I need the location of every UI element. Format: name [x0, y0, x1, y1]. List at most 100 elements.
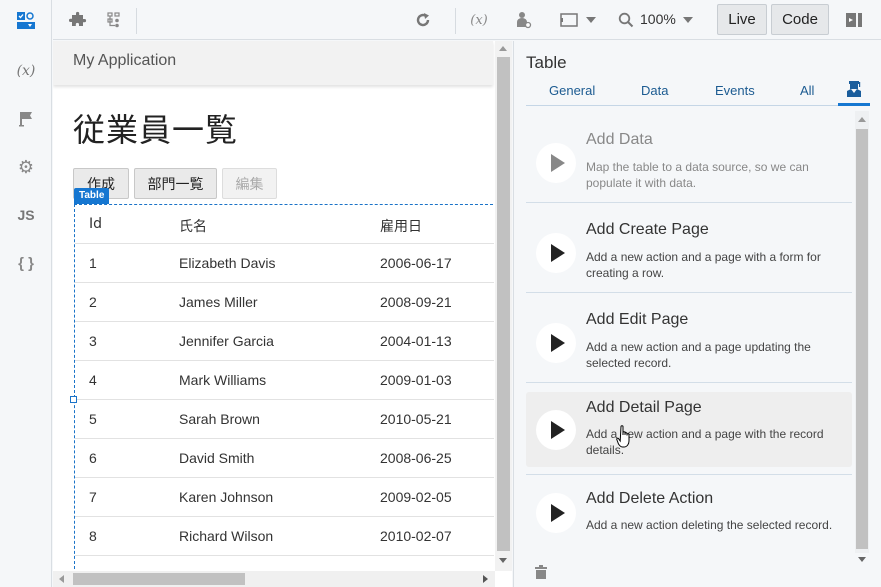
action-title: Add Edit Page — [586, 311, 689, 328]
chevron-down-icon[interactable] — [683, 17, 693, 23]
action-add-delete-action[interactable]: Add Delete Action Add a new action delet… — [526, 475, 852, 563]
cell-hire-date: 2004-01-13 — [380, 333, 452, 349]
panel-tabs: General Data Events All — [526, 79, 870, 106]
live-button[interactable]: Live — [717, 4, 767, 35]
screen-icon — [560, 13, 578, 27]
tab-all[interactable]: All — [800, 83, 814, 98]
device-size-dropdown[interactable] — [559, 8, 597, 32]
search-icon — [618, 12, 634, 28]
scroll-up-icon[interactable] — [858, 117, 866, 122]
delete-component-button[interactable] — [534, 565, 548, 584]
action-add-detail-page[interactable]: Add Detail Page Add a new action and a p… — [526, 392, 852, 467]
cell-hire-date: 2009-02-05 — [380, 489, 452, 505]
tab-general[interactable]: General — [549, 83, 595, 98]
cell-id: 7 — [89, 489, 97, 505]
table-row[interactable]: 1 Elizabeth Davis 2006-06-17 — [75, 244, 494, 283]
canvas-vertical-scrollbar[interactable] — [495, 41, 512, 571]
cell-name: James Miller — [179, 294, 258, 310]
chevron-down-icon — [586, 17, 596, 23]
scrollbar-thumb[interactable] — [497, 57, 510, 551]
toolbar-separator — [455, 8, 456, 34]
play-icon — [536, 493, 576, 533]
action-title: Add Detail Page — [586, 399, 702, 416]
cell-name: Jennifer Garcia — [179, 333, 274, 349]
gear-icon: ⚙ — [17, 156, 35, 177]
hierarchy-icon — [107, 12, 120, 28]
scroll-right-icon[interactable] — [483, 575, 488, 583]
scroll-down-icon[interactable] — [499, 558, 507, 563]
panel-title: Table — [526, 53, 567, 72]
selected-component-tag: Table — [74, 188, 110, 204]
toolbar-separator — [136, 8, 137, 34]
scroll-up-icon[interactable] — [499, 46, 507, 51]
tab-data[interactable]: Data — [641, 83, 668, 98]
reload-icon — [416, 13, 430, 27]
column-header-hire-date[interactable]: 雇用日 — [380, 216, 422, 236]
table-row[interactable]: 4 Mark Williams 2009-01-03 — [75, 361, 494, 400]
action-description: Map the table to a data source, so we ca… — [586, 160, 809, 190]
flag-icon — [19, 112, 32, 127]
cell-hire-date: 2010-02-07 — [380, 528, 452, 544]
table-row[interactable]: 2 James Miller 2008-09-21 — [75, 283, 494, 322]
column-header-name[interactable]: 氏名 — [179, 216, 207, 236]
action-add-data[interactable]: Add Data Map the table to a data source,… — [526, 115, 852, 203]
rail-settings[interactable]: ⚙ — [0, 152, 52, 182]
table-row[interactable]: 5 Sarah Brown 2010-05-21 — [75, 400, 494, 439]
action-title: Add Data — [586, 131, 653, 148]
quick-start-icon — [847, 81, 861, 97]
cell-hire-date: 2006-06-17 — [380, 255, 452, 271]
code-button[interactable]: Code — [771, 4, 829, 35]
structure-button[interactable] — [103, 8, 125, 32]
scroll-down-icon[interactable] — [858, 557, 866, 562]
rail-javascript[interactable]: JS — [0, 200, 52, 230]
table-row[interactable]: 6 David Smith 2008-06-25 — [75, 439, 494, 478]
cell-id: 8 — [89, 528, 97, 544]
resize-handle[interactable] — [70, 396, 77, 403]
scrollbar-thumb[interactable] — [856, 129, 868, 549]
cell-name: Karen Johnson — [179, 489, 274, 505]
variable-icon: (x) — [16, 63, 36, 79]
employee-table[interactable]: Id 氏名 雇用日 1 Elizabeth Davis 2006-06-17 2… — [74, 204, 494, 574]
table-row[interactable]: 7 Karen Johnson 2009-02-05 — [75, 478, 494, 517]
action-add-create-page[interactable]: Add Create Page Add a new action and a p… — [526, 205, 852, 293]
cell-id: 4 — [89, 372, 97, 388]
cell-name: David Smith — [179, 450, 255, 466]
table-row[interactable]: 3 Jennifer Garcia 2004-01-13 — [75, 322, 494, 361]
action-add-edit-page[interactable]: Add Edit Page Add a new action and a pag… — [526, 295, 852, 383]
components-icon — [17, 12, 35, 29]
departments-button[interactable]: 部門一覧 — [134, 168, 217, 199]
action-description: Add a new action deleting the selected r… — [586, 518, 833, 532]
rail-components[interactable] — [0, 6, 52, 36]
properties-panel: Table General Data Events All Add Data M… — [513, 41, 881, 587]
toggle-panel-button[interactable] — [843, 8, 865, 32]
variables-debug-button[interactable]: (x) — [467, 8, 491, 32]
table-row[interactable]: 8 Richard Wilson 2010-02-07 — [75, 517, 494, 556]
edit-button[interactable]: 編集 — [222, 168, 277, 199]
reload-button[interactable] — [411, 8, 435, 32]
tab-quick-start[interactable] — [838, 79, 870, 106]
zoom-level[interactable]: 100% — [640, 11, 676, 27]
action-title: Add Delete Action — [586, 490, 714, 507]
play-icon — [536, 323, 576, 363]
js-icon: JS — [17, 207, 35, 223]
user-roles-button[interactable] — [513, 8, 535, 32]
app-header: My Application — [53, 41, 493, 85]
cell-hire-date: 2009-01-03 — [380, 372, 452, 388]
column-header-id[interactable]: Id — [89, 216, 102, 232]
zoom-button[interactable] — [617, 8, 635, 32]
trash-icon — [535, 565, 547, 579]
rail-variables[interactable]: (x) — [0, 56, 52, 86]
cell-name: Mark Williams — [179, 372, 267, 388]
panel-vertical-scrollbar[interactable] — [855, 111, 869, 562]
rail-flags[interactable] — [0, 104, 52, 134]
scroll-left-icon[interactable] — [59, 575, 64, 583]
cell-id: 6 — [89, 450, 97, 466]
rail-json[interactable]: { } — [0, 248, 52, 278]
toolbar: (x) 100% Live Code — [53, 0, 881, 40]
tab-events[interactable]: Events — [715, 83, 755, 98]
cell-name: Elizabeth Davis — [179, 255, 276, 271]
canvas-horizontal-scrollbar[interactable] — [53, 571, 495, 587]
scrollbar-thumb[interactable] — [73, 573, 245, 585]
plugins-button[interactable] — [67, 8, 89, 32]
left-rail: (x) ⚙ JS { } — [0, 0, 52, 587]
